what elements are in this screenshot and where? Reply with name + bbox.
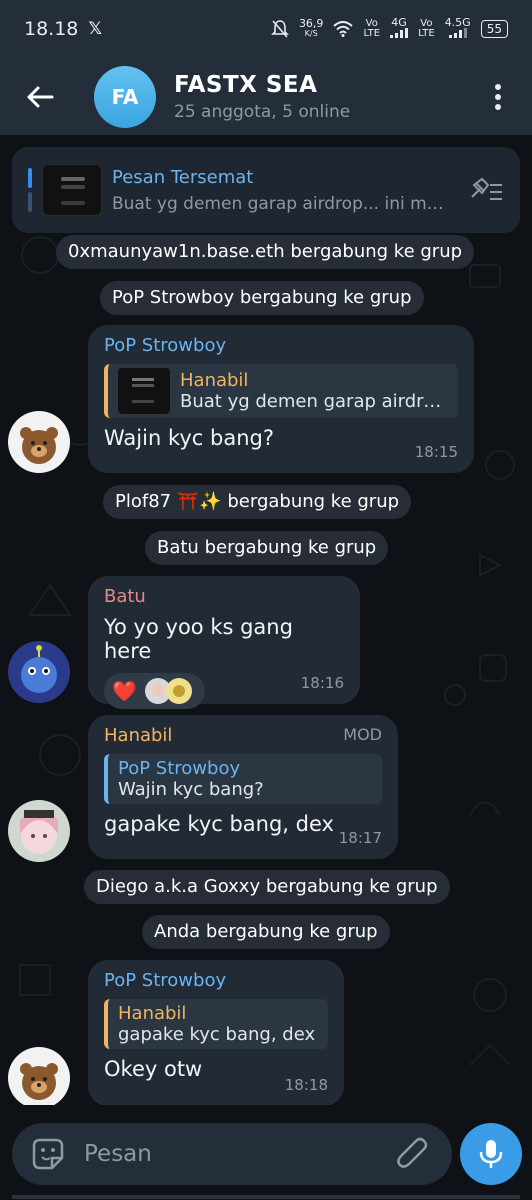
avatar-batu[interactable] — [8, 641, 70, 703]
reply-content: Hanabil gapake kyc bang, dex — [118, 1003, 315, 1045]
arrow-left-icon — [27, 86, 54, 107]
message-text: Wajin kyc bang? — [104, 426, 274, 450]
message-time: 18:15 — [414, 443, 458, 461]
avatar-pop-strowboy[interactable] — [8, 411, 70, 473]
pinned-indicator — [28, 168, 32, 212]
volte-2-lte: LTE — [418, 28, 435, 39]
reply-thumbnail — [118, 368, 170, 414]
volte-1-lte: LTE — [363, 28, 381, 39]
back-button[interactable] — [0, 58, 80, 135]
reactor-avatars-icon — [144, 678, 192, 704]
pinned-indicator-bar — [28, 168, 32, 188]
mod-badge: MOD — [343, 725, 382, 744]
header-titles[interactable]: FASTX SEA 25 anggota, 5 online — [174, 72, 350, 122]
pinned-label: Pesan Tersemat — [112, 166, 254, 188]
net-speed-unit: K/S — [304, 29, 318, 38]
avatar-hanabil[interactable] — [8, 800, 70, 862]
service-message: PoP Strowboy bergabung ke grup — [100, 281, 424, 315]
service-message: Batu bergabung ke grup — [145, 531, 389, 565]
signal-1-type: 4G — [391, 15, 407, 29]
microphone-icon — [479, 1140, 503, 1168]
signal-2-type: 4.5G — [444, 15, 471, 29]
message-bubble[interactable]: Batu Yo yo yoo ks gang here ❤️ 18:16 — [88, 576, 360, 709]
heart-reaction-icon: ❤️ — [112, 679, 137, 703]
reaction-heart[interactable]: ❤️ — [104, 673, 205, 709]
robot-avatar-icon — [8, 641, 70, 703]
group-subtitle: 25 anggota, 5 online — [174, 101, 351, 122]
reply-text: Buat yg demen garap airdrop... — [180, 391, 448, 412]
reply-content: Hanabil Buat yg demen garap airdrop... — [180, 370, 448, 412]
more-menu-button[interactable] — [488, 80, 508, 114]
message-time: 18:17 — [338, 829, 382, 847]
dot — [495, 84, 501, 90]
paperclip-icon[interactable] — [396, 1137, 430, 1171]
status-right: 36,9 K/S Vo LTE 4G Vo LTE 4.5G 55 — [271, 15, 508, 41]
reply-sender: PoP Strowboy — [118, 758, 241, 779]
pinned-preview: Buat yg demen garap airdrop... ini mu... — [112, 193, 452, 214]
dot — [495, 104, 501, 110]
message-time: 18:18 — [284, 1076, 328, 1094]
volte-1: Vo LTE — [363, 19, 380, 39]
message-input[interactable]: Pesan — [84, 1141, 152, 1167]
reply-text: gapake kyc bang, dex — [118, 1024, 316, 1045]
bear-avatar-icon — [8, 411, 70, 473]
pinned-text: Pesan Tersemat Buat yg demen garap airdr… — [112, 167, 452, 214]
reply-preview[interactable]: PoP Strowboy Wajin kyc bang? — [104, 754, 382, 804]
reply-sender: Hanabil — [118, 1003, 187, 1024]
message-bubble[interactable]: PoP Strowboy Hanabil Buat yg demen garap… — [88, 325, 474, 473]
net-speed: 36,9 K/S — [298, 17, 324, 39]
wifi-icon — [333, 21, 354, 37]
group-avatar[interactable]: FA — [94, 65, 156, 128]
reply-preview[interactable]: Hanabil Buat yg demen garap airdrop... — [104, 364, 458, 418]
signal-bars-icon — [448, 27, 467, 38]
volte-2: Vo LTE — [418, 19, 435, 39]
anime-avatar-icon — [8, 800, 70, 862]
chat-area[interactable]: Pesan Tersemat Buat yg demen garap airdr… — [0, 135, 532, 1105]
pinned-thumbnail — [42, 164, 102, 216]
service-message: Diego a.k.a Goxxy bergabung ke grup — [84, 870, 450, 904]
battery-indicator: 55 — [480, 20, 508, 38]
service-message: Plof87 ⛩️✨ bergabung ke grup — [103, 485, 412, 519]
signal-1: 4G — [390, 15, 409, 41]
signal-2: 4.5G — [444, 15, 471, 41]
message-sender[interactable]: Batu — [104, 586, 344, 607]
reply-text: Wajin kyc bang? — [118, 779, 264, 800]
reply-preview[interactable]: Hanabil gapake kyc bang, dex — [104, 999, 328, 1049]
message-input-container[interactable]: Pesan — [12, 1123, 452, 1185]
x-logo-icon: 𝕏 — [88, 19, 103, 39]
message-time: 18:16 — [300, 674, 344, 692]
reply-sender: Hanabil — [180, 370, 249, 391]
signal-bars-icon — [390, 27, 409, 38]
sticker-icon[interactable] — [30, 1136, 66, 1172]
input-bar: Pesan — [0, 1105, 532, 1200]
reply-content: PoP Strowboy Wajin kyc bang? — [118, 758, 264, 800]
message-text: Yo yo yoo ks gang here — [104, 615, 293, 663]
message-sender[interactable]: PoP Strowboy — [104, 970, 328, 991]
bear-avatar-icon — [8, 1047, 70, 1105]
group-title: FASTX SEA — [174, 71, 318, 98]
message-sender[interactable]: Hanabil — [104, 725, 382, 746]
mute-bell-icon — [271, 20, 289, 38]
pinned-indicator-bar — [28, 192, 32, 212]
pinned-message-bar[interactable]: Pesan Tersemat Buat yg demen garap airdr… — [12, 147, 520, 233]
service-message: Anda bergabung ke grup — [142, 915, 390, 949]
service-message: 0xmaunyaw1n.base.eth bergabung ke grup — [56, 235, 475, 269]
voice-record-button[interactable] — [460, 1123, 522, 1185]
chat-header: FA FASTX SEA 25 anggota, 5 online — [0, 58, 532, 135]
message-bubble[interactable]: PoP Strowboy Hanabil gapake kyc bang, de… — [88, 960, 344, 1105]
message-bubble[interactable]: Hanabil MOD PoP Strowboy Wajin kyc bang?… — [88, 715, 398, 859]
status-time: 18.18 — [24, 18, 79, 40]
avatar-pop-strowboy[interactable] — [8, 1047, 70, 1105]
dot — [495, 94, 501, 100]
message-sender[interactable]: PoP Strowboy — [104, 335, 458, 356]
pinned-list-icon[interactable] — [468, 177, 504, 205]
gesture-bar — [12, 1195, 520, 1199]
net-speed-value: 36,9 — [298, 17, 324, 30]
status-bar: 18.18 𝕏 36,9 K/S Vo LTE 4G Vo LTE 4.5G 55 — [0, 0, 532, 58]
